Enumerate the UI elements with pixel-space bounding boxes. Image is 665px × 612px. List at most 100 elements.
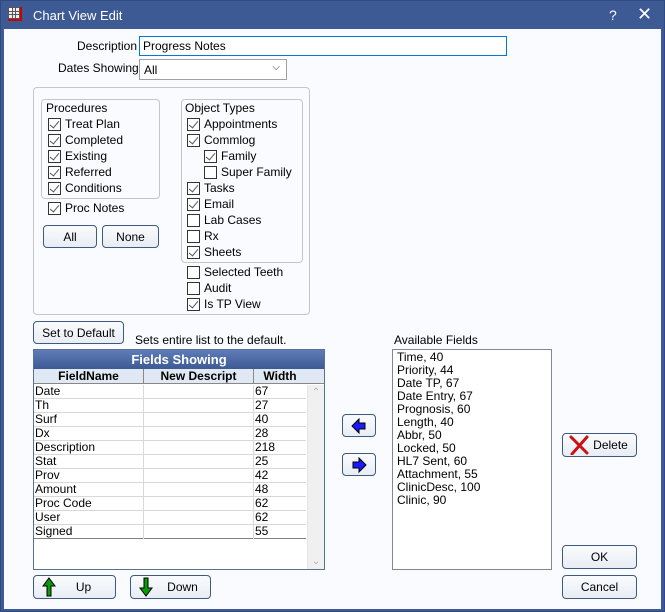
cell-new-descript[interactable] [144, 483, 254, 497]
cell-new-descript[interactable] [144, 413, 254, 427]
checkbox-selected-teeth[interactable]: Selected Teeth [187, 265, 283, 279]
table-row[interactable]: Stat 25 [34, 455, 306, 469]
cell-width[interactable]: 27 [254, 399, 306, 413]
none-button[interactable]: None [102, 225, 159, 248]
available-fields-label: Available Fields [394, 333, 478, 347]
grid-vertical-scrollbar[interactable]: ⌃ ⌄ [307, 385, 324, 569]
set-to-default-hint: Sets entire list to the default. [135, 333, 287, 347]
cell-new-descript[interactable] [144, 497, 254, 511]
cell-new-descript[interactable] [144, 441, 254, 455]
table-row[interactable]: Th 27 [34, 399, 306, 413]
close-button[interactable]: ✕ [637, 4, 652, 25]
chart-view-edit-window: Chart View Edit ? ✕ Description Progress… [0, 0, 665, 612]
checkbox-tasks[interactable]: Tasks [187, 181, 235, 195]
cell-fieldname[interactable]: Date [34, 385, 144, 399]
cell-width[interactable]: 25 [254, 455, 306, 469]
checkbox-referred[interactable]: Referred [48, 165, 112, 179]
table-row[interactable]: Description 218 [34, 441, 306, 455]
checkbox-label: Commlog [204, 133, 256, 147]
cell-new-descript[interactable] [144, 427, 254, 441]
checkbox-box [48, 201, 61, 215]
move-right-button[interactable] [342, 453, 376, 476]
checkbox-box [187, 281, 200, 295]
checkbox-completed[interactable]: Completed [48, 133, 123, 147]
table-row[interactable]: Surf 40 [34, 413, 306, 427]
column-header-fieldname[interactable]: FieldName [34, 369, 144, 383]
title-bar: Chart View Edit ? ✕ [1, 1, 664, 29]
delete-button[interactable]: Delete [562, 433, 637, 457]
cell-new-descript[interactable] [144, 469, 254, 483]
cell-fieldname[interactable]: Proc Code [34, 497, 144, 511]
all-button[interactable]: All [43, 225, 97, 248]
checkbox-family[interactable]: Family [204, 149, 256, 163]
available-fields-list[interactable]: Time, 40 Priority, 44 Date TP, 67 Date Entr… [392, 349, 552, 570]
cell-fieldname[interactable]: Surf [34, 413, 144, 427]
table-row[interactable]: User 62 [34, 511, 306, 525]
checkbox-email[interactable]: Email [187, 197, 234, 211]
checkbox-label: Email [204, 197, 235, 211]
scroll-down-icon[interactable]: ⌄ [308, 556, 324, 567]
checkbox-box [187, 229, 200, 243]
cell-fieldname[interactable]: User [34, 511, 144, 525]
checkbox-is-tp-view[interactable]: Is TP View [187, 297, 261, 311]
cell-width[interactable]: 55 [254, 525, 306, 539]
checkbox-box [204, 149, 217, 163]
checkbox-proc-notes[interactable]: Proc Notes [48, 201, 124, 215]
checkbox-lab-cases[interactable]: Lab Cases [187, 213, 261, 227]
table-row[interactable]: Amount 48 [34, 483, 306, 497]
ok-button[interactable]: OK [562, 545, 637, 569]
move-down-button[interactable]: Down [130, 575, 211, 599]
table-row[interactable]: Signed 55 [34, 525, 306, 539]
cell-fieldname[interactable]: Signed [34, 525, 144, 539]
cell-fieldname[interactable]: Description [34, 441, 144, 455]
move-up-button[interactable]: Up [33, 575, 116, 599]
move-left-button[interactable] [342, 414, 376, 437]
delete-label: Delete [593, 438, 628, 452]
cell-width[interactable]: 218 [254, 441, 306, 455]
cell-new-descript[interactable] [144, 385, 254, 399]
description-input[interactable]: Progress Notes [139, 36, 507, 56]
help-button[interactable]: ? [609, 7, 617, 23]
dates-showing-select[interactable]: All ⌵ [139, 59, 287, 80]
cell-fieldname[interactable]: Amount [34, 483, 144, 497]
blue-left-arrow-icon [351, 417, 366, 434]
cell-width[interactable]: 48 [254, 483, 306, 497]
checkbox-commlog[interactable]: Commlog [187, 133, 255, 147]
checkbox-super-family[interactable]: Super Family [204, 165, 292, 179]
checkbox-rx[interactable]: Rx [187, 229, 219, 243]
table-row[interactable]: Proc Code 62 [34, 497, 306, 511]
checkbox-audit[interactable]: Audit [187, 281, 231, 295]
cell-fieldname[interactable]: Dx [34, 427, 144, 441]
cell-fieldname[interactable]: Stat [34, 455, 144, 469]
cell-new-descript[interactable] [144, 511, 254, 525]
column-header-new-descript[interactable]: New Descript [144, 369, 254, 383]
checkbox-treat-plan[interactable]: Treat Plan [48, 117, 120, 131]
cell-width[interactable]: 62 [254, 511, 306, 525]
fields-showing-grid: Fields Showing FieldName New Descript Wi… [33, 349, 325, 570]
column-header-width[interactable]: Width [254, 369, 306, 383]
cell-fieldname[interactable]: Th [34, 399, 144, 413]
table-row[interactable]: Date 67 [34, 385, 306, 399]
set-to-default-button[interactable]: Set to Default [33, 321, 124, 344]
cell-width[interactable]: 40 [254, 413, 306, 427]
list-item[interactable]: Clinic, 90 [397, 494, 547, 507]
cell-fieldname[interactable]: Prov [34, 469, 144, 483]
checkbox-label: Sheets [204, 245, 242, 259]
cell-new-descript[interactable] [144, 399, 254, 413]
cell-width[interactable]: 28 [254, 427, 306, 441]
table-row[interactable]: Dx 28 [34, 427, 306, 441]
checkbox-appointments[interactable]: Appointments [187, 117, 277, 131]
cell-width[interactable]: 62 [254, 497, 306, 511]
red-x-delete-icon [569, 435, 589, 455]
cancel-button[interactable]: Cancel [562, 575, 637, 599]
checkbox-conditions[interactable]: Conditions [48, 181, 122, 195]
checkbox-sheets[interactable]: Sheets [187, 245, 241, 259]
checkbox-existing[interactable]: Existing [48, 149, 107, 163]
cell-new-descript[interactable] [144, 455, 254, 469]
scroll-up-icon[interactable]: ⌃ [308, 387, 324, 398]
procedures-title: Procedures [46, 101, 108, 115]
cell-width[interactable]: 67 [254, 385, 306, 399]
cell-width[interactable]: 42 [254, 469, 306, 483]
table-row[interactable]: Prov 42 [34, 469, 306, 483]
cell-new-descript[interactable] [144, 525, 254, 539]
